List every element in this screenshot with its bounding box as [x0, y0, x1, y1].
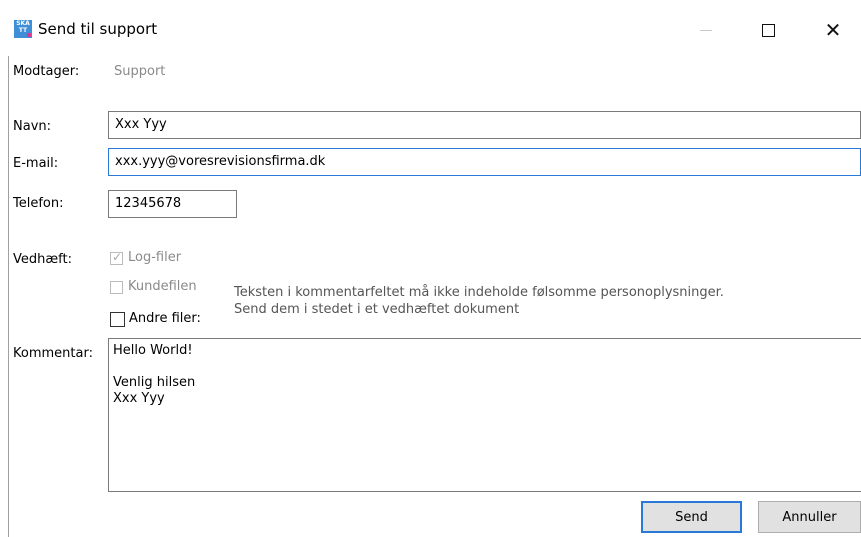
- send-support-dialog: SKA TT Send til support ✕ Modtager: Suppo…: [0, 0, 861, 537]
- window-left-border: [8, 56, 9, 537]
- title-bar: SKA TT Send til support ✕: [0, 0, 861, 56]
- name-input[interactable]: Xxx Yyy: [108, 111, 861, 139]
- log-files-label: Log-filer: [128, 250, 182, 265]
- app-logo-icon: SKA TT: [14, 20, 32, 38]
- email-label: E-mail:: [13, 156, 59, 171]
- log-files-checkbox: ✓: [110, 250, 123, 265]
- phone-label: Telefon:: [13, 196, 64, 211]
- email-input[interactable]: xxx.yyy@voresrevisionsfirma.dk: [108, 148, 861, 176]
- recipient-field: Support: [114, 64, 166, 79]
- maximize-icon: [761, 23, 775, 37]
- close-icon: ✕: [824, 18, 842, 42]
- note-line-2: Send dem i stedet i et vedhæftet dokumen…: [234, 302, 520, 317]
- other-files-checkbox[interactable]: [110, 312, 125, 327]
- close-button[interactable]: ✕: [810, 10, 856, 50]
- window-title: Send til support: [38, 20, 158, 38]
- other-files-label[interactable]: Andre filer:: [129, 311, 201, 326]
- comment-textarea[interactable]: [108, 338, 861, 492]
- maximize-button[interactable]: [745, 10, 791, 50]
- send-button[interactable]: Send: [641, 501, 742, 533]
- cancel-button[interactable]: Annuller: [758, 501, 861, 533]
- attach-label: Vedhæft:: [13, 252, 72, 267]
- comment-label: Kommentar:: [13, 346, 93, 361]
- customer-file-label: Kundefilen: [128, 279, 197, 294]
- phone-input[interactable]: 12345678: [108, 190, 237, 218]
- minimize-icon: [700, 29, 712, 31]
- customer-file-checkbox: [110, 281, 123, 294]
- checkmark-icon: ✓: [112, 250, 123, 264]
- note-line-1: Teksten i kommentarfeltet må ikke indeho…: [234, 285, 724, 300]
- minimize-button[interactable]: [683, 10, 729, 50]
- name-label: Navn:: [13, 119, 52, 134]
- recipient-label: Modtager:: [13, 64, 80, 79]
